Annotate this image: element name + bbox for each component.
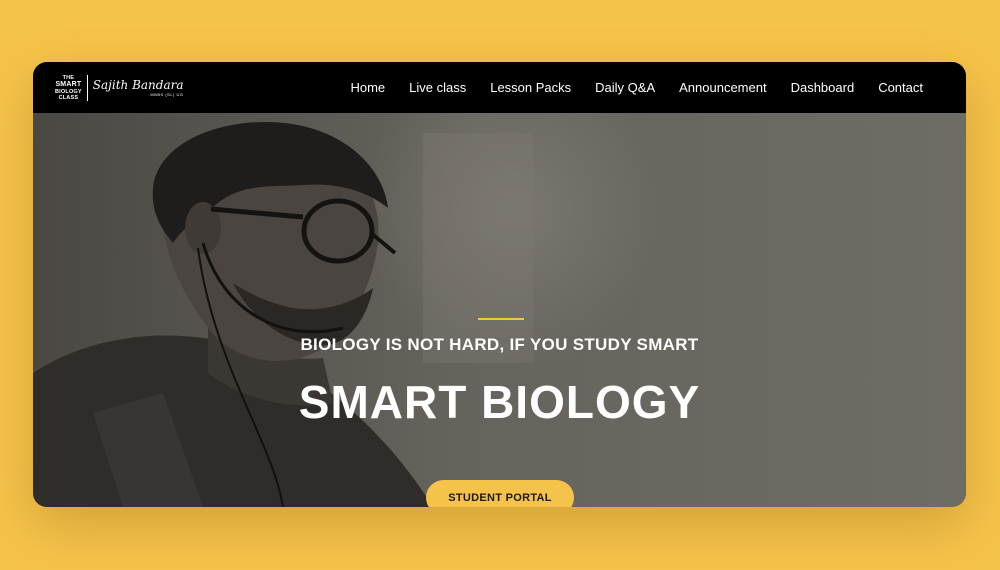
logo-line: SMART: [55, 81, 82, 88]
accent-divider: [478, 318, 524, 320]
logo-signature-block: Sajith Bandara MBBS (SL) UG: [93, 79, 184, 97]
hero-tagline: BIOLOGY IS NOT HARD, IF YOU STUDY SMART: [300, 335, 699, 354]
nav-menu: Home Live class Lesson Packs Daily Q&A A…: [326, 62, 923, 113]
logo-signature-sub: MBBS (SL) UG: [150, 92, 184, 97]
nav-link-contact[interactable]: Contact: [878, 80, 923, 95]
nav-link-lesson-packs[interactable]: Lesson Packs: [490, 80, 571, 95]
logo-line: CLASS: [58, 95, 79, 101]
logo-signature: Sajith Bandara: [92, 78, 184, 92]
nav-link-home[interactable]: Home: [350, 80, 385, 95]
top-nav: THE SMART BIOLOGY CLASS Sajith Bandara M…: [33, 62, 966, 113]
nav-link-announcement[interactable]: Announcement: [679, 80, 766, 95]
site-window: THE SMART BIOLOGY CLASS Sajith Bandara M…: [33, 62, 966, 507]
logo-text-stack: THE SMART BIOLOGY CLASS: [55, 75, 82, 102]
nav-link-dashboard[interactable]: Dashboard: [791, 80, 855, 95]
hero-background-photo: [33, 113, 966, 507]
logo[interactable]: THE SMART BIOLOGY CLASS Sajith Bandara M…: [55, 73, 184, 103]
hero-section: BIOLOGY IS NOT HARD, IF YOU STUDY SMART …: [33, 113, 966, 507]
hero-title: SMART BIOLOGY: [298, 376, 701, 428]
student-portal-button[interactable]: STUDENT PORTAL: [426, 480, 574, 507]
nav-link-live-class[interactable]: Live class: [409, 80, 466, 95]
logo-divider: [86, 75, 88, 101]
nav-link-daily-qa[interactable]: Daily Q&A: [595, 80, 655, 95]
